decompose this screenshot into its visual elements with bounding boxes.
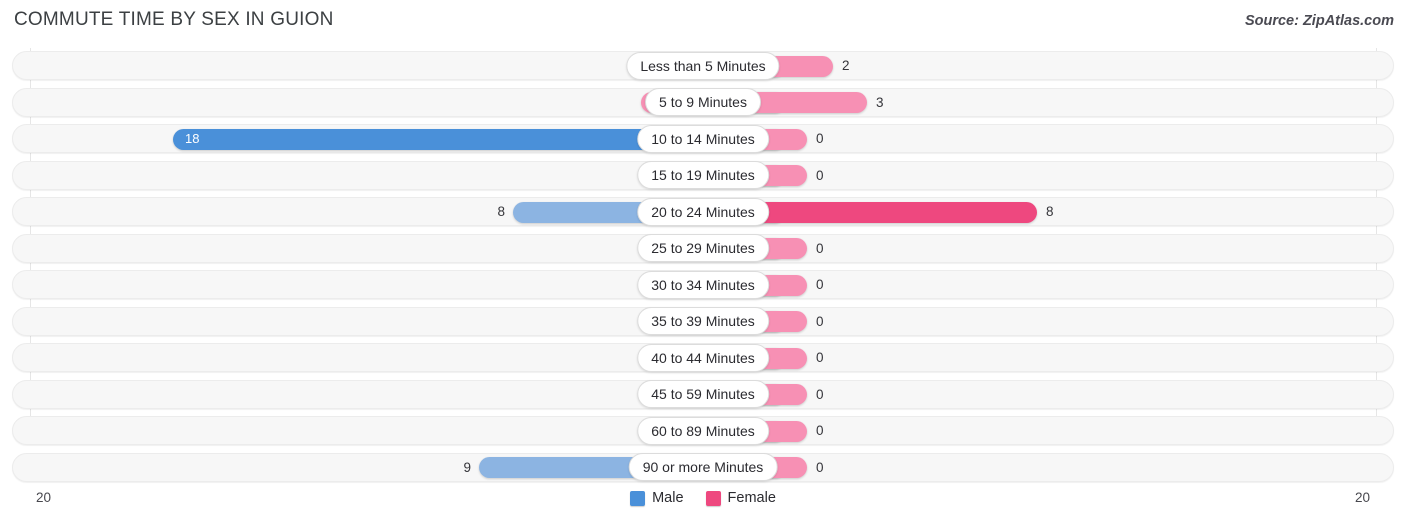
category-label[interactable]: Less than 5 Minutes — [626, 51, 780, 80]
legend-swatch-male-icon — [630, 490, 646, 506]
chart-row[interactable]: 0035 to 39 Minutes — [0, 304, 1406, 341]
value-label-male: 9 — [463, 459, 471, 475]
legend-label-female: Female — [727, 490, 776, 506]
value-label-female: 0 — [816, 350, 824, 365]
value-label-female: 0 — [816, 459, 824, 475]
category-label[interactable]: 5 to 9 Minutes — [645, 88, 761, 116]
value-label-female: 0 — [816, 313, 824, 329]
value-label-female: 3 — [876, 94, 884, 110]
value-label-male: 8 — [497, 204, 505, 219]
chart-row[interactable]: 0045 to 59 Minutes — [0, 377, 1406, 414]
chart-row[interactable]: 8 8 20 to 24 Minutes — [0, 194, 1406, 231]
chart-row[interactable]: 18 0 10 to 14 Minutes — [0, 121, 1406, 158]
value-label-female: 0 — [816, 131, 824, 146]
legend-item-female[interactable]: Female — [705, 490, 776, 506]
category-label[interactable]: 40 to 44 Minutes — [637, 343, 769, 372]
value-label-female: 0 — [816, 277, 824, 292]
legend-label-male: Male — [652, 490, 684, 506]
value-label-female: 0 — [816, 167, 824, 183]
value-label-male: 18 — [185, 131, 200, 146]
chart-row[interactable]: 9 0 90 or more Minutes — [0, 450, 1406, 487]
value-label-female: 0 — [816, 240, 824, 256]
chart-row[interactable]: 0030 to 34 Minutes — [0, 267, 1406, 304]
chart-legend: Male Female — [0, 490, 1406, 506]
source-attribution: Source: ZipAtlas.com — [1244, 13, 1394, 29]
category-label[interactable]: 45 to 59 Minutes — [637, 380, 769, 408]
chart-row[interactable]: 42Less than 5 Minutes — [0, 48, 1406, 85]
category-label[interactable]: 20 to 24 Minutes — [637, 197, 769, 226]
category-label[interactable]: 90 or more Minutes — [628, 453, 778, 481]
value-label-female: 2 — [842, 58, 850, 73]
category-label[interactable]: 35 to 39 Minutes — [637, 307, 769, 335]
chart-row[interactable]: 0040 to 44 Minutes — [0, 340, 1406, 377]
category-label[interactable]: 30 to 34 Minutes — [637, 270, 769, 299]
chart-row[interactable]: 0060 to 89 Minutes — [0, 413, 1406, 450]
chart-row[interactable]: 0015 to 19 Minutes — [0, 158, 1406, 195]
chart-rows: 42Less than 5 Minutes235 to 9 Minutes180… — [0, 48, 1406, 486]
value-label-female: 0 — [816, 423, 824, 438]
legend-swatch-female-icon — [705, 490, 721, 506]
legend-item-male[interactable]: Male — [630, 490, 684, 506]
value-label-female: 8 — [1046, 204, 1054, 219]
chart-page: COMMUTE TIME BY SEX IN GUION Source: Zip… — [0, 0, 1406, 522]
category-label[interactable]: 15 to 19 Minutes — [637, 161, 769, 189]
value-label-female: 0 — [816, 386, 824, 402]
page-title: COMMUTE TIME BY SEX IN GUION — [14, 9, 334, 30]
chart-plot-area: 42Less than 5 Minutes235 to 9 Minutes180… — [0, 48, 1406, 506]
category-label[interactable]: 25 to 29 Minutes — [637, 234, 769, 262]
category-label[interactable]: 60 to 89 Minutes — [637, 416, 769, 445]
chart-row[interactable]: 235 to 9 Minutes — [0, 85, 1406, 122]
chart-row[interactable]: 0025 to 29 Minutes — [0, 231, 1406, 268]
category-label[interactable]: 10 to 14 Minutes — [637, 124, 769, 153]
